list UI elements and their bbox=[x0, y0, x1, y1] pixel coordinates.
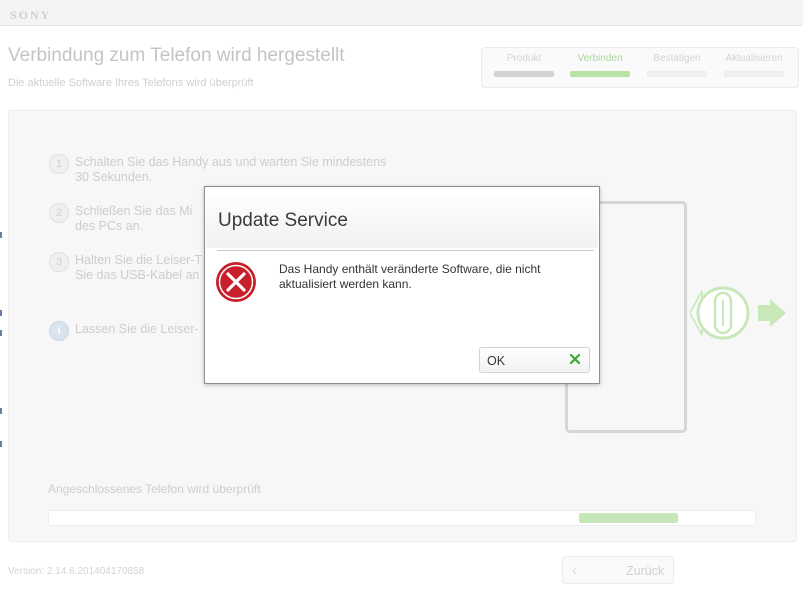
instruction-line: Schließen Sie das Mi bbox=[75, 204, 193, 218]
instruction-line: Lassen Sie die Leiser- bbox=[75, 322, 199, 336]
close-x-icon bbox=[569, 353, 581, 365]
instruction-line: Schalten Sie das Handy aus und warten Si… bbox=[75, 155, 387, 169]
back-button[interactable]: ‹ Zurück bbox=[562, 556, 674, 584]
edge-mark bbox=[0, 310, 2, 316]
ok-label: OK bbox=[487, 354, 506, 368]
instruction-line: Halten Sie die Leiser-T bbox=[75, 253, 203, 267]
window-edge-marks bbox=[0, 0, 3, 602]
instruction-line: Sie das USB-Kabel an bbox=[75, 268, 200, 282]
step-label: Verbinden bbox=[577, 53, 623, 64]
page-subtitle: Die aktuelle Software Ihres Telefons wir… bbox=[8, 77, 254, 89]
step-indicator bbox=[647, 71, 707, 77]
status-label: Angeschlossenes Telefon wird überprüft bbox=[48, 482, 261, 496]
step-number-badge: 2 bbox=[49, 203, 69, 223]
step-verbinden: Verbinden bbox=[568, 53, 632, 77]
progress-bar bbox=[48, 510, 756, 526]
brand-logo: SONY bbox=[10, 8, 52, 22]
version-label: Version: 2.14.6.201404170858 bbox=[8, 566, 145, 577]
instruction-line: des PCs an. bbox=[75, 219, 144, 233]
instruction-line: 30 Sekunden. bbox=[75, 170, 153, 184]
dialog-header: Update Service bbox=[206, 188, 598, 248]
error-dialog: Update Service Das Handy enthält verände… bbox=[204, 186, 600, 384]
top-bar: SONY bbox=[0, 0, 803, 26]
progress-steps: Produkt Verbinden Bestätigen Aktualisier… bbox=[481, 47, 799, 88]
dialog-message: Das Handy enthält veränderte Software, d… bbox=[279, 262, 541, 291]
edge-mark bbox=[0, 232, 2, 238]
usb-connector-illustration bbox=[690, 286, 786, 340]
progress-fill bbox=[579, 513, 678, 523]
update-service-window: SONY Verbindung zum Telefon wird hergest… bbox=[0, 0, 803, 602]
page-title: Verbindung zum Telefon wird hergestellt bbox=[8, 45, 345, 66]
step-label: Bestätigen bbox=[653, 53, 701, 64]
chevron-left-icon: ‹ bbox=[572, 562, 577, 579]
edge-mark bbox=[0, 330, 2, 336]
step-number-badge: 3 bbox=[49, 252, 69, 272]
error-icon bbox=[216, 262, 256, 302]
step-produkt: Produkt bbox=[492, 53, 556, 77]
step-indicator bbox=[724, 71, 784, 77]
step-indicator bbox=[570, 71, 630, 77]
step-indicator bbox=[494, 71, 554, 77]
step-number-badge: 1 bbox=[49, 154, 69, 174]
info-icon: i bbox=[49, 321, 69, 341]
dialog-divider bbox=[217, 250, 594, 251]
dialog-title: Update Service bbox=[218, 210, 348, 231]
edge-mark bbox=[0, 441, 2, 447]
step-aktualisieren: Aktualisieren bbox=[722, 53, 786, 77]
step-label: Aktualisieren bbox=[725, 53, 783, 64]
back-label: Zurück bbox=[626, 564, 665, 578]
step-bestaetigen: Bestätigen bbox=[645, 53, 709, 77]
edge-mark bbox=[0, 408, 2, 414]
step-label: Produkt bbox=[506, 53, 542, 64]
ok-button[interactable]: OK bbox=[479, 347, 590, 373]
